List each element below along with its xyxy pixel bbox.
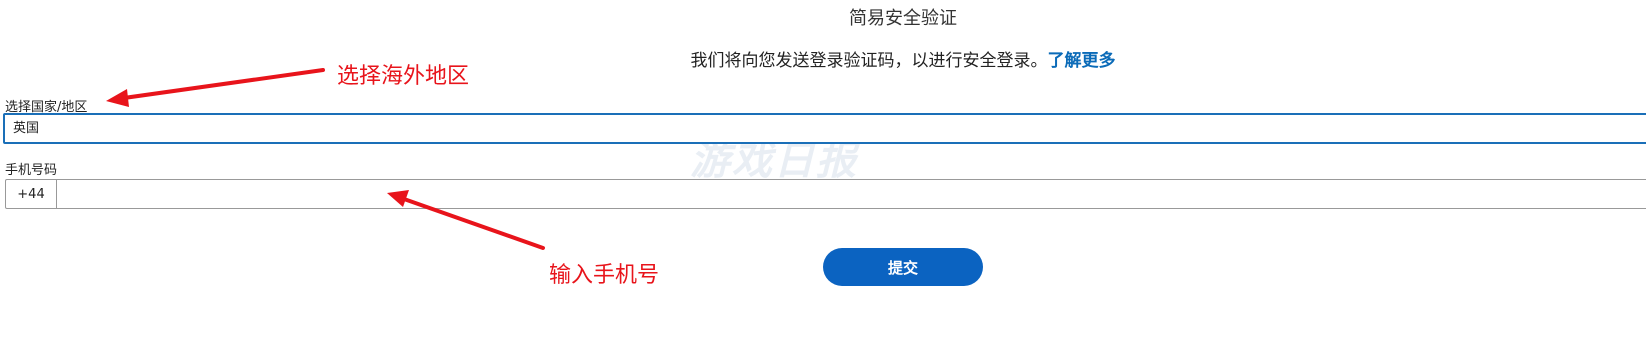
page-description: 我们将向您发送登录验证码，以进行安全登录。了解更多	[0, 46, 1646, 71]
phone-field: +44	[5, 179, 1646, 209]
annotation-select-region: 选择海外地区	[337, 64, 470, 89]
annotation-enter-phone: 输入手机号	[549, 263, 660, 288]
learn-more-link[interactable]: 了解更多	[1048, 51, 1116, 71]
country-select[interactable]: 英国	[3, 113, 1646, 144]
page-title: 简易安全验证	[849, 8, 957, 29]
arrow-to-country-icon	[106, 68, 325, 107]
description-text: 我们将向您发送登录验证码，以进行安全登录。	[690, 51, 1048, 71]
submit-button[interactable]: 提交	[823, 248, 983, 286]
phone-label: 手机号码	[5, 163, 58, 178]
phone-prefix[interactable]: +44	[6, 180, 57, 208]
phone-input[interactable]	[57, 180, 1646, 208]
verification-page: 简易安全验证 我们将向您发送登录验证码，以进行安全登录。了解更多 游戏日报 Ga…	[0, 0, 1646, 363]
